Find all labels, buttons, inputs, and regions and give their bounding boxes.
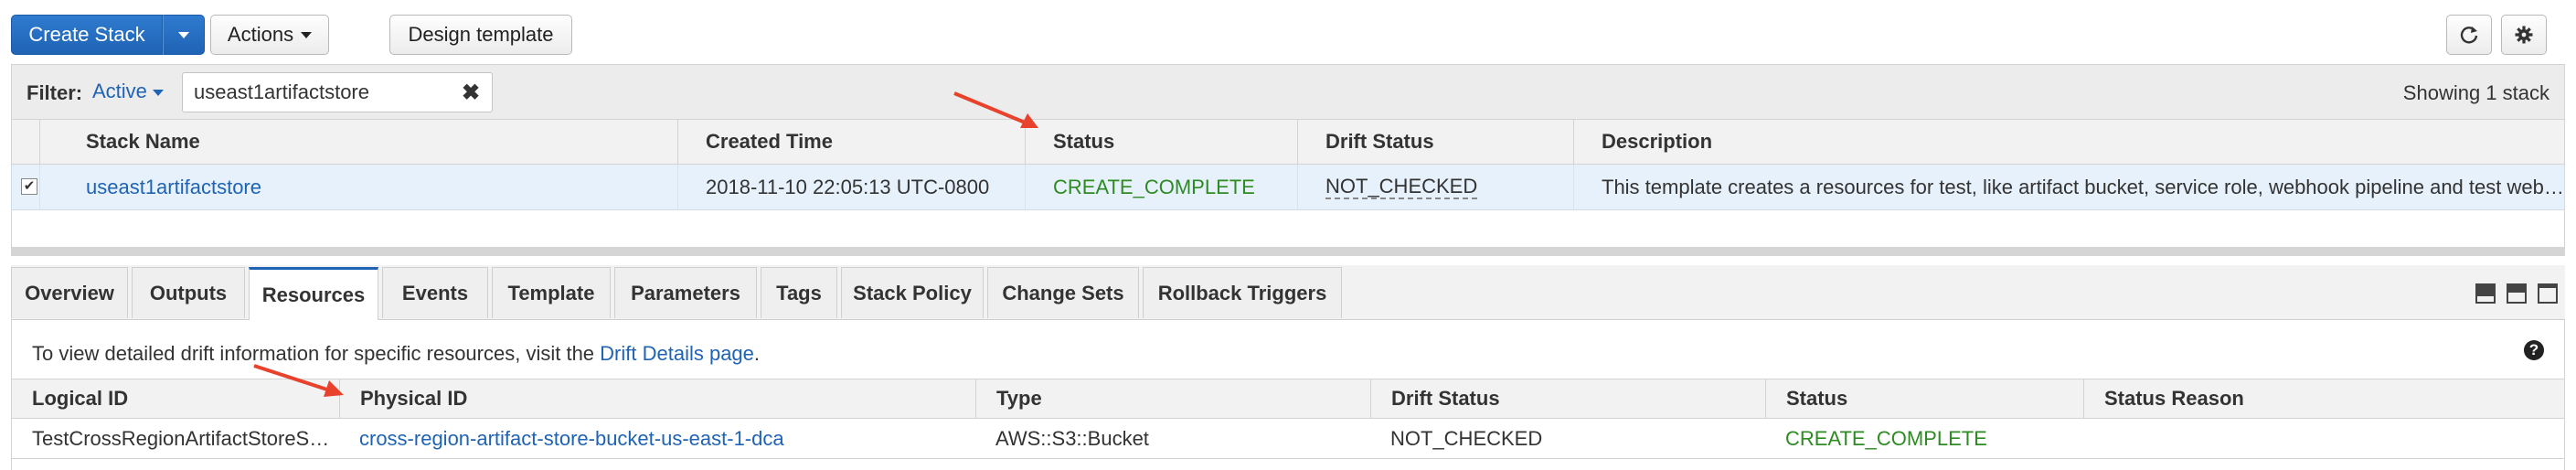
tab-template[interactable]: Template	[492, 267, 611, 318]
gear-icon	[2515, 26, 2533, 44]
cloudformation-console: Create Stack Actions Design template Fil…	[0, 0, 2576, 470]
stack-table-header: Stack Name Created Time Status Drift Sta…	[11, 119, 2565, 165]
resources-table-header: Logical ID Physical ID Type Drift Status…	[12, 379, 2564, 419]
status-filter-dropdown[interactable]: Active	[92, 80, 164, 103]
minimize-panel-icon[interactable]	[2475, 283, 2496, 304]
column-header[interactable]: Description	[1573, 120, 2566, 164]
stack-search-input[interactable]	[182, 72, 493, 112]
refresh-icon	[2460, 27, 2478, 44]
design-template-button[interactable]: Design template	[389, 15, 572, 55]
resources-panel: To view detailed drift information for s…	[11, 320, 2565, 470]
actions-label: Actions	[227, 23, 294, 46]
result-count: Showing 1 stack	[2402, 81, 2549, 104]
status-reason	[2083, 419, 2559, 459]
chevron-down-icon	[301, 31, 313, 38]
chevron-down-icon	[178, 31, 189, 38]
tab-overview[interactable]: Overview	[11, 267, 128, 318]
column-header[interactable]: Drift Status	[1297, 120, 1571, 164]
column-header[interactable]: Type	[975, 379, 1370, 418]
tab-outputs[interactable]: Outputs	[132, 267, 245, 318]
description-value: This template creates a resources for te…	[1573, 165, 2566, 209]
table-row[interactable]: ✔ useast1artifactstore 2018-11-10 22:05:…	[11, 165, 2565, 210]
drift-info-text: To view detailed drift information for s…	[32, 342, 761, 365]
physical-id-link[interactable]: cross-region-artifact-store-bucket-us-ea…	[339, 419, 970, 459]
drift-status-text: NOT_CHECKED	[1325, 174, 1478, 199]
refresh-button[interactable]	[2446, 15, 2492, 55]
tab-parameters[interactable]: Parameters	[614, 267, 757, 318]
resource-status: CREATE_COMPLETE	[1785, 427, 1987, 450]
create-stack-label: Create Stack	[28, 23, 145, 46]
maximize-panel-icon[interactable]	[2538, 283, 2558, 304]
row-checkbox[interactable]: ✔	[21, 178, 37, 195]
column-header[interactable]: Physical ID	[339, 379, 977, 418]
filter-label: Filter:	[27, 81, 83, 104]
column-header[interactable]: Status	[1025, 120, 1308, 164]
toolbar: Create Stack Actions Design template	[0, 0, 2576, 64]
table-empty-area	[11, 210, 2565, 247]
column-header[interactable]: Drift Status	[1370, 379, 1765, 418]
tab-change-sets[interactable]: Change Sets	[987, 267, 1139, 318]
drift-status-value[interactable]: NOT_CHECKED	[1297, 165, 1571, 209]
tab-stack-policy[interactable]: Stack Policy	[841, 267, 984, 318]
filter-bar: Filter: Active ✖ Showing 1 stack	[11, 64, 2565, 119]
settings-button[interactable]	[2501, 15, 2547, 55]
annotation-arrow-status	[953, 91, 1038, 128]
actions-button[interactable]: Actions	[210, 15, 329, 55]
design-template-label: Design template	[408, 23, 554, 46]
logical-id: TestCrossRegionArtifactStoreS…	[32, 427, 330, 450]
chevron-down-icon	[152, 89, 164, 96]
resource-drift-status: NOT_CHECKED	[1390, 427, 1543, 450]
tab-events[interactable]: Events	[382, 267, 488, 318]
create-stack-button[interactable]: Create Stack	[11, 15, 163, 55]
tab-resources[interactable]: Resources	[249, 267, 378, 320]
create-stack-dropdown-button[interactable]	[163, 15, 205, 55]
help-icon[interactable]: ?	[2524, 340, 2544, 360]
column-header[interactable]: Stack Name	[39, 120, 677, 164]
detail-tabs: Overview Outputs Resources Events Templa…	[11, 265, 2565, 320]
pane-splitter[interactable]	[11, 247, 2565, 256]
status-value: CREATE_COMPLETE	[1025, 165, 1308, 209]
status-filter-value: Active	[92, 80, 147, 102]
table-row[interactable]: TestCrossRegionArtifactStoreS… cross-reg…	[12, 419, 2564, 459]
created-time: 2018-11-10 22:05:13 UTC-0800	[677, 165, 1036, 209]
column-header[interactable]: Status	[1765, 379, 2085, 418]
tab-tags[interactable]: Tags	[761, 267, 837, 318]
annotation-arrow-physical-id	[253, 364, 344, 397]
drift-details-link[interactable]: Drift Details page	[600, 342, 754, 365]
resource-type: AWS::S3::Bucket	[995, 427, 1149, 450]
stack-name-link[interactable]: useast1artifactstore	[39, 165, 677, 209]
column-header[interactable]: Status Reason	[2083, 379, 2564, 418]
split-panel-icon[interactable]	[2507, 283, 2527, 304]
tab-rollback-triggers[interactable]: Rollback Triggers	[1143, 267, 1342, 318]
close-icon[interactable]: ✖	[462, 80, 480, 106]
